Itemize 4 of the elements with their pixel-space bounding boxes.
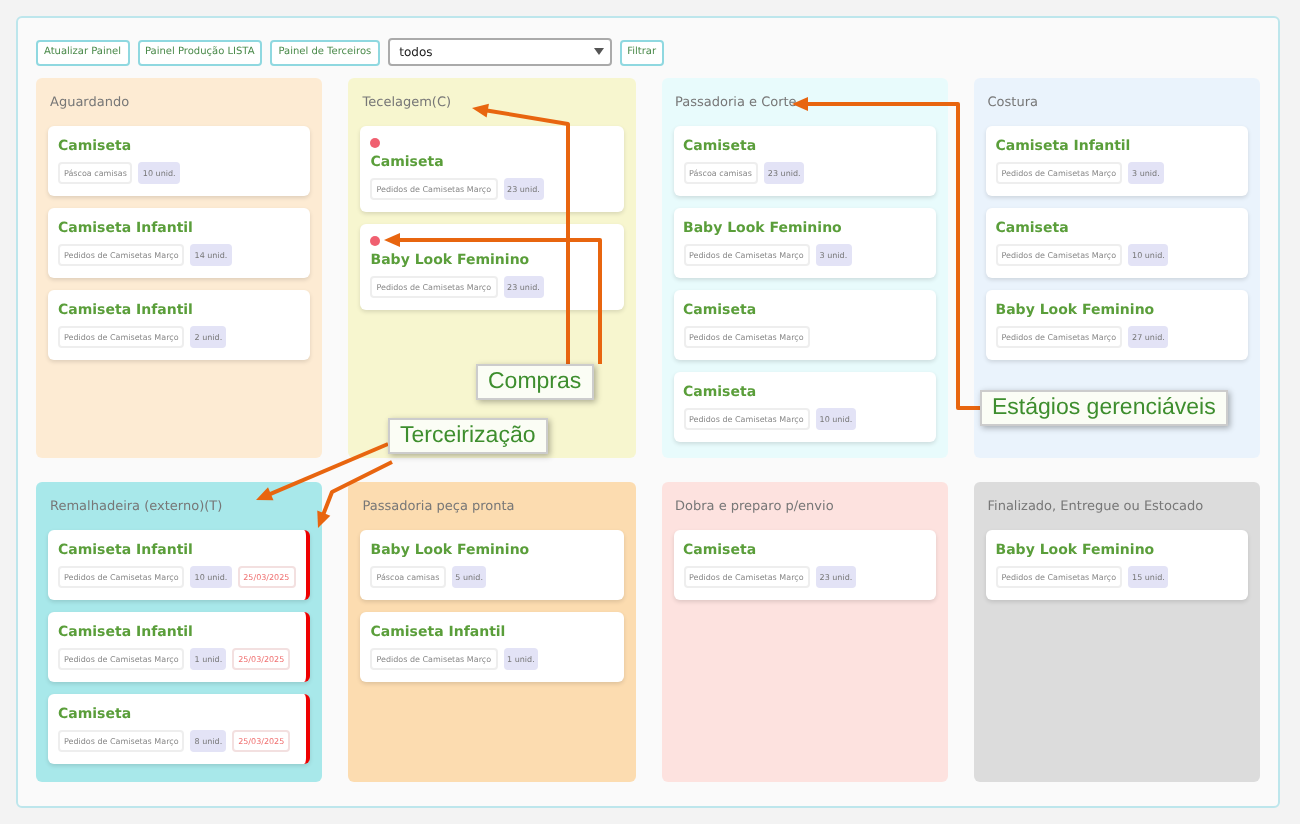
annotation-callout: Compras bbox=[476, 364, 594, 400]
caret-icon bbox=[593, 48, 604, 56]
annotation-callout: Estágios gerenciáveis bbox=[980, 390, 1228, 426]
annotation-callout: Terceirização bbox=[388, 418, 548, 454]
